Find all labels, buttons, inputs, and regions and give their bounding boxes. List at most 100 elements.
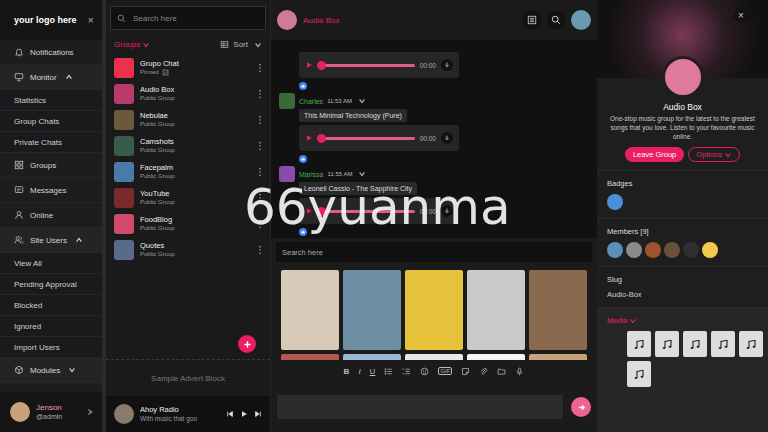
group-item[interactable]: YouTube Public Group bbox=[106, 185, 270, 211]
gif-button[interactable]: GIF bbox=[438, 367, 452, 375]
next-icon[interactable] bbox=[254, 410, 262, 418]
close-button[interactable]: × bbox=[88, 14, 94, 26]
sidebar-item[interactable]: Group Chats bbox=[0, 111, 102, 132]
audio-scrubber[interactable] bbox=[317, 134, 326, 143]
media-title[interactable]: Media bbox=[607, 316, 758, 325]
emoji-icon[interactable] bbox=[420, 367, 429, 376]
reaction[interactable] bbox=[299, 227, 589, 236]
member-avatar[interactable] bbox=[702, 242, 718, 258]
gif-item[interactable] bbox=[405, 270, 463, 350]
sidebar-item[interactable]: Import Users bbox=[0, 337, 102, 358]
group-item[interactable]: Quotes Public Group bbox=[106, 237, 270, 263]
audio-track[interactable] bbox=[318, 137, 415, 140]
more-icon[interactable] bbox=[258, 89, 262, 99]
member-avatar[interactable] bbox=[645, 242, 661, 258]
current-user[interactable]: Jenson @admin bbox=[0, 392, 102, 432]
group-item[interactable]: Audio Box Public Group bbox=[106, 81, 270, 107]
previous-icon[interactable] bbox=[226, 410, 234, 418]
member-avatar[interactable] bbox=[607, 242, 623, 258]
list-button[interactable] bbox=[523, 11, 541, 29]
sidebar-item[interactable]: Statistics bbox=[0, 90, 102, 111]
folder-icon[interactable] bbox=[497, 367, 506, 376]
sidebar-item[interactable]: Messages bbox=[0, 178, 102, 203]
more-icon[interactable] bbox=[258, 219, 262, 229]
options-button[interactable]: Options bbox=[688, 147, 740, 162]
author-name[interactable]: Charles bbox=[299, 98, 323, 105]
attach-icon[interactable] bbox=[479, 367, 488, 376]
search-input[interactable] bbox=[131, 13, 259, 24]
groups-filter[interactable]: Groups bbox=[114, 40, 150, 49]
sidebar-item[interactable]: Blocked bbox=[0, 295, 102, 316]
chat-avatar[interactable] bbox=[277, 10, 297, 30]
download-button[interactable] bbox=[441, 205, 453, 217]
sort-button[interactable]: Sort bbox=[220, 40, 262, 49]
more-icon[interactable] bbox=[258, 167, 262, 177]
close-panel-button[interactable]: × bbox=[734, 8, 748, 22]
more-icon[interactable] bbox=[258, 245, 262, 255]
add-group-button[interactable] bbox=[238, 335, 256, 353]
play-icon[interactable] bbox=[305, 207, 313, 215]
sidebar-item[interactable]: Notifications bbox=[0, 40, 102, 65]
sidebar-item[interactable]: Groups bbox=[0, 153, 102, 178]
sticker-icon[interactable] bbox=[461, 367, 470, 376]
sidebar-item[interactable]: View All bbox=[0, 253, 102, 274]
sidebar-item[interactable]: Pending Approval bbox=[0, 274, 102, 295]
bullet-list-icon[interactable] bbox=[384, 367, 393, 376]
group-item[interactable]: Camshots Public Group bbox=[106, 133, 270, 159]
format-button[interactable]: I bbox=[358, 367, 360, 376]
play-icon[interactable] bbox=[305, 134, 313, 142]
group-item[interactable]: Facepalm Public Group bbox=[106, 159, 270, 185]
more-icon[interactable] bbox=[258, 115, 262, 125]
format-button[interactable]: U bbox=[370, 367, 376, 376]
member-avatar[interactable] bbox=[664, 242, 680, 258]
media-item[interactable] bbox=[627, 361, 651, 387]
send-button[interactable] bbox=[571, 397, 591, 417]
profile-avatar[interactable] bbox=[571, 10, 591, 30]
gif-item[interactable] bbox=[529, 270, 587, 350]
leave-group-button[interactable]: Leave Group bbox=[625, 147, 684, 162]
audio-track[interactable] bbox=[318, 64, 415, 67]
sidebar-item[interactable]: Online bbox=[0, 203, 102, 228]
media-item[interactable] bbox=[655, 331, 679, 357]
member-avatar[interactable] bbox=[626, 242, 642, 258]
audio-track[interactable] bbox=[318, 210, 415, 213]
more-icon[interactable] bbox=[258, 141, 262, 151]
sidebar-item[interactable]: Modules bbox=[0, 358, 102, 383]
reaction[interactable] bbox=[299, 81, 589, 90]
media-item[interactable] bbox=[739, 331, 763, 357]
media-item[interactable] bbox=[627, 331, 651, 357]
microphone-icon[interactable] bbox=[515, 367, 524, 376]
numbered-list-icon[interactable] bbox=[402, 367, 411, 376]
play-icon[interactable] bbox=[305, 61, 313, 69]
sidebar-item[interactable]: Ignored bbox=[0, 316, 102, 337]
more-icon[interactable] bbox=[258, 63, 262, 73]
logo[interactable]: your logo here bbox=[14, 15, 77, 25]
media-item[interactable] bbox=[711, 331, 735, 357]
audio-scrubber[interactable] bbox=[317, 61, 326, 70]
gif-search[interactable] bbox=[276, 242, 592, 262]
gif-item[interactable] bbox=[281, 270, 339, 350]
sidebar-item[interactable]: Site Users bbox=[0, 228, 102, 253]
group-item[interactable]: Nebulae Public Group bbox=[106, 107, 270, 133]
message-input[interactable] bbox=[277, 395, 563, 419]
search-button[interactable] bbox=[547, 11, 565, 29]
group-item[interactable]: Grupo Chat Pinned bbox=[106, 55, 270, 81]
member-avatar[interactable] bbox=[683, 242, 699, 258]
download-button[interactable] bbox=[441, 132, 453, 144]
author-name[interactable]: Marissa bbox=[299, 171, 324, 178]
play-icon[interactable] bbox=[240, 410, 248, 418]
chat-title[interactable]: Audio Box bbox=[303, 16, 517, 25]
format-button[interactable]: B bbox=[344, 367, 350, 376]
more-icon[interactable] bbox=[258, 193, 262, 203]
group-item[interactable]: FoodBlog Public Group bbox=[106, 211, 270, 237]
sidebar-item[interactable]: Monitor bbox=[0, 65, 102, 90]
gif-item[interactable] bbox=[467, 270, 525, 350]
media-item[interactable] bbox=[683, 331, 707, 357]
badge[interactable] bbox=[607, 194, 623, 210]
gif-item[interactable] bbox=[343, 270, 401, 350]
author-avatar[interactable] bbox=[279, 93, 295, 109]
download-button[interactable] bbox=[441, 59, 453, 71]
author-avatar[interactable] bbox=[279, 166, 295, 182]
audio-scrubber[interactable] bbox=[317, 207, 326, 216]
sidebar-item[interactable]: Private Chats bbox=[0, 132, 102, 153]
